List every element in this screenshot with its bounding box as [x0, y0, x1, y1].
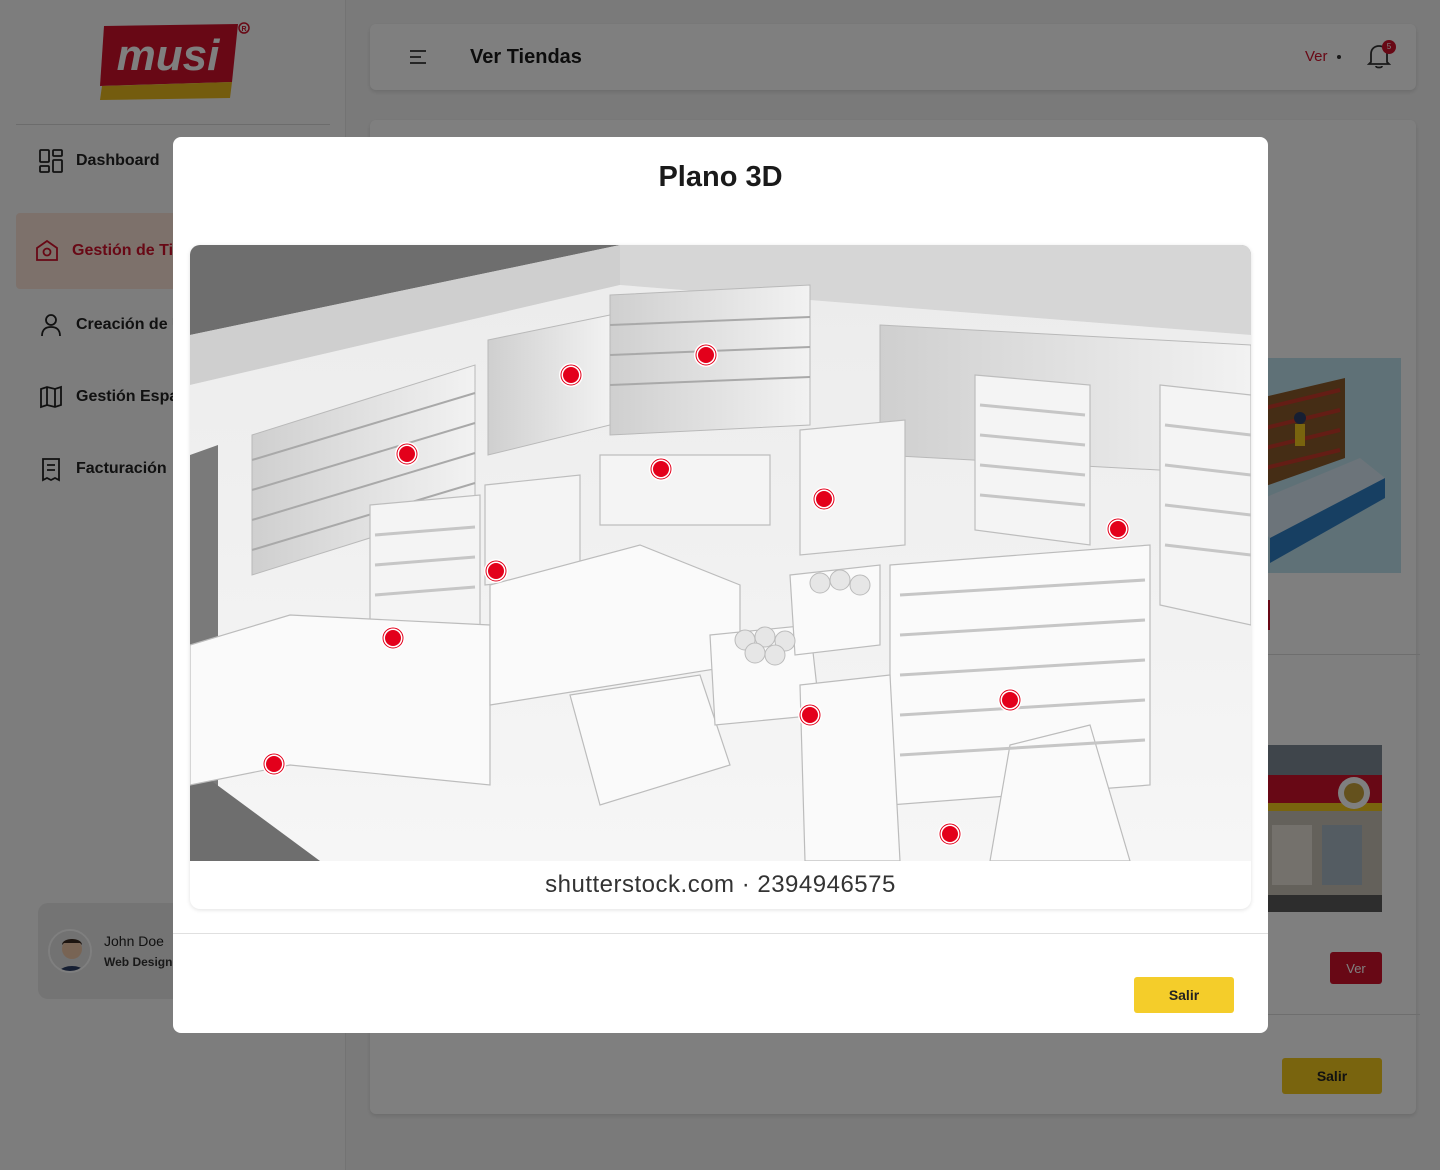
- modal-title: Plano 3D: [658, 161, 783, 193]
- image-watermark: shutterstock.com · 2394946575: [545, 871, 896, 898]
- salir-button[interactable]: Salir: [1134, 977, 1234, 1013]
- modal-divider: [173, 933, 1268, 934]
- store-3d-plan-image: [190, 245, 1251, 861]
- store-3d-plan: shutterstock.com · 2394946575: [190, 245, 1251, 909]
- plano-3d-modal: Plano 3D shutterstock.com · 2394946575 S…: [173, 137, 1268, 1033]
